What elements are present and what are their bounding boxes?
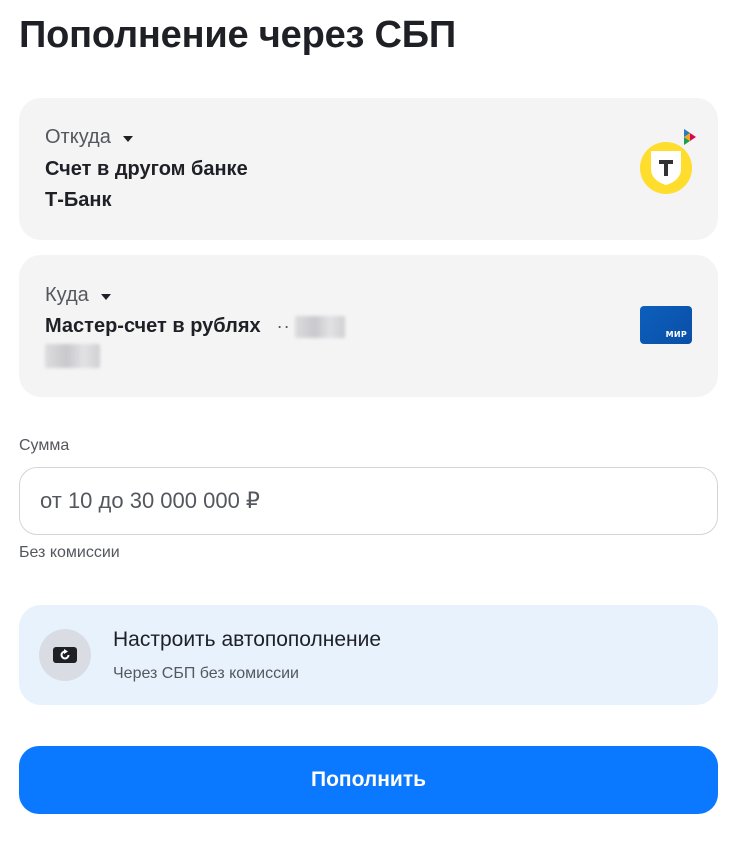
masked-account-number <box>294 315 345 338</box>
masked-account-dots: ·· <box>276 316 291 336</box>
amount-hint: Без комиссии <box>19 544 120 561</box>
mir-card-icon: МИР <box>640 306 692 344</box>
sbp-logo-icon <box>684 129 696 145</box>
topup-button[interactable]: Пополнить <box>19 746 718 814</box>
destination-account-name: Мастер-счет в рублях <box>45 315 261 337</box>
autotopup-banner[interactable]: Настроить автопополнение Через СБП без к… <box>19 605 718 705</box>
source-bank-name: Т-Банк <box>45 189 112 211</box>
source-account-selector[interactable]: Откуда Счет в другом банке Т-Банк <box>19 98 718 240</box>
destination-label-row[interactable]: Куда <box>45 284 111 307</box>
autotopup-subtitle: Через СБП без комиссии <box>113 665 299 682</box>
source-label-row[interactable]: Откуда <box>45 126 133 149</box>
source-label: Откуда <box>45 126 111 148</box>
destination-account-selector[interactable]: Куда Мастер-счет в рублях ·· МИР <box>19 255 718 397</box>
caret-down-icon <box>100 293 111 300</box>
amount-label: Сумма <box>19 437 70 454</box>
destination-account-row: Мастер-счет в рублях ·· <box>45 315 345 338</box>
masked-balance <box>45 344 100 368</box>
destination-label: Куда <box>45 284 89 306</box>
amount-input[interactable] <box>19 467 718 535</box>
caret-down-icon <box>122 135 133 142</box>
t-bank-logo <box>640 142 692 194</box>
shield-icon <box>651 151 681 185</box>
source-account-name: Счет в другом банке <box>45 158 248 180</box>
auto-refresh-icon <box>39 629 91 681</box>
mir-card-brand: МИР <box>665 330 687 339</box>
page-title: Пополнение через СБП <box>19 14 457 56</box>
autotopup-title: Настроить автопополнение <box>113 628 382 651</box>
